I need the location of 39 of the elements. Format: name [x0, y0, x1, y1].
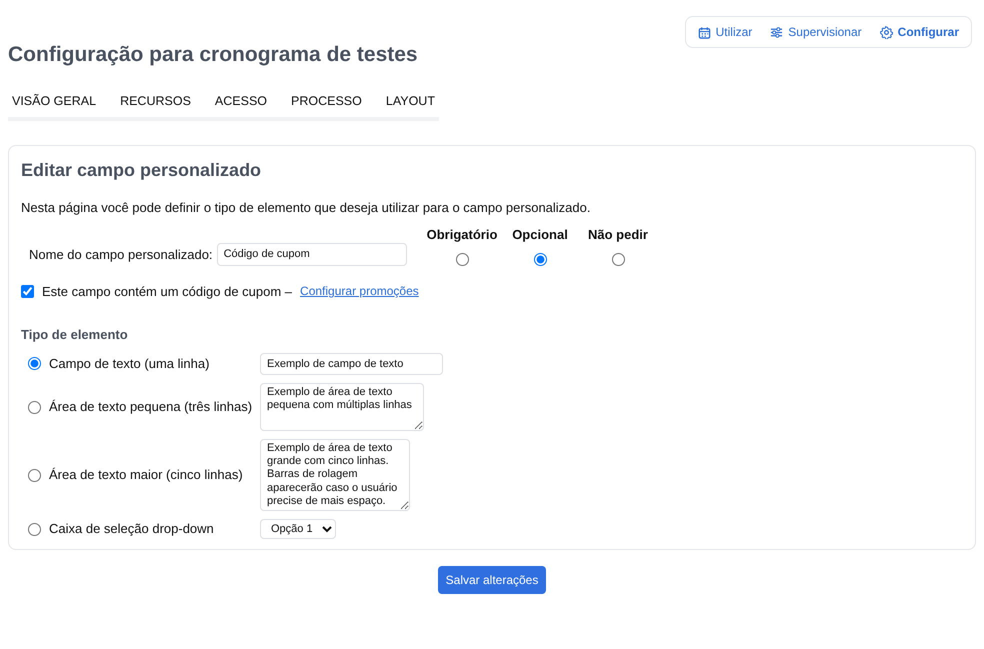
- nav-link[interactable]: Configurar: [878, 21, 961, 43]
- input-field[interactable]: Código de cupom: [216, 243, 407, 266]
- radio-label: Área de texto pequena (três linhas): [49, 398, 252, 416]
- tab[interactable]: VISÃO GERAL: [12, 92, 96, 111]
- field-label: Nome do campo personalizado:: [29, 246, 213, 264]
- save-button[interactable]: Salvar alterações: [438, 566, 546, 594]
- radio-button[interactable]: [28, 468, 41, 482]
- dropdown-select[interactable]: Opção 1: [260, 519, 336, 540]
- page-title: Configuração para cronograma de testes: [8, 42, 418, 68]
- section-heading: Tipo de elemento: [21, 326, 129, 344]
- link[interactable]: Configurar promoções: [300, 282, 419, 300]
- text-area[interactable]: Exemplo de área de texto grande com cinco linhas. Barras de rolagem aparecerão caso o usuário precise de mais espaço.: [260, 439, 410, 512]
- text-area[interactable]: Exemplo de área de texto pequena com múltiplas linhas: [260, 383, 424, 432]
- column-heading: Não pedir: [588, 226, 648, 244]
- tab[interactable]: RECURSOS: [120, 92, 191, 111]
- column-heading: Obrigatório: [426, 226, 498, 244]
- nav-link[interactable]: Supervisionar: [768, 21, 864, 43]
- checkbox[interactable]: [21, 284, 34, 298]
- sliders-icon: [770, 26, 784, 38]
- radio-button[interactable]: [28, 400, 41, 414]
- tab[interactable]: ACESSO: [214, 92, 268, 111]
- radio-button[interactable]: [28, 357, 41, 370]
- radio-label: Área de texto maior (cinco linhas): [49, 466, 243, 484]
- calendar-icon: [698, 26, 711, 38]
- intro-text: Nesta página você pode definir o tipo de elemento que deseja utilizar para o campo personalizado.: [21, 198, 592, 217]
- input-field[interactable]: Exemplo de campo de texto: [260, 352, 443, 376]
- radio-button[interactable]: [534, 252, 546, 266]
- tab[interactable]: LAYOUT: [386, 92, 435, 111]
- radio-label: Caixa de seleção drop-down: [49, 520, 214, 538]
- tab[interactable]: PROCESSO: [291, 92, 362, 111]
- radio-button[interactable]: [456, 252, 468, 266]
- nav-link[interactable]: Utilizar: [696, 21, 754, 43]
- card-title: Editar campo personalizado: [21, 160, 262, 182]
- checkbox-label: Este campo contém um código de cupom –: [42, 282, 292, 301]
- radio-button[interactable]: [612, 252, 624, 266]
- radio-button[interactable]: [28, 522, 41, 536]
- settings-icon: [880, 26, 893, 38]
- column-heading: Opcional: [512, 226, 568, 244]
- radio-label: Campo de texto (uma linha): [49, 355, 210, 374]
